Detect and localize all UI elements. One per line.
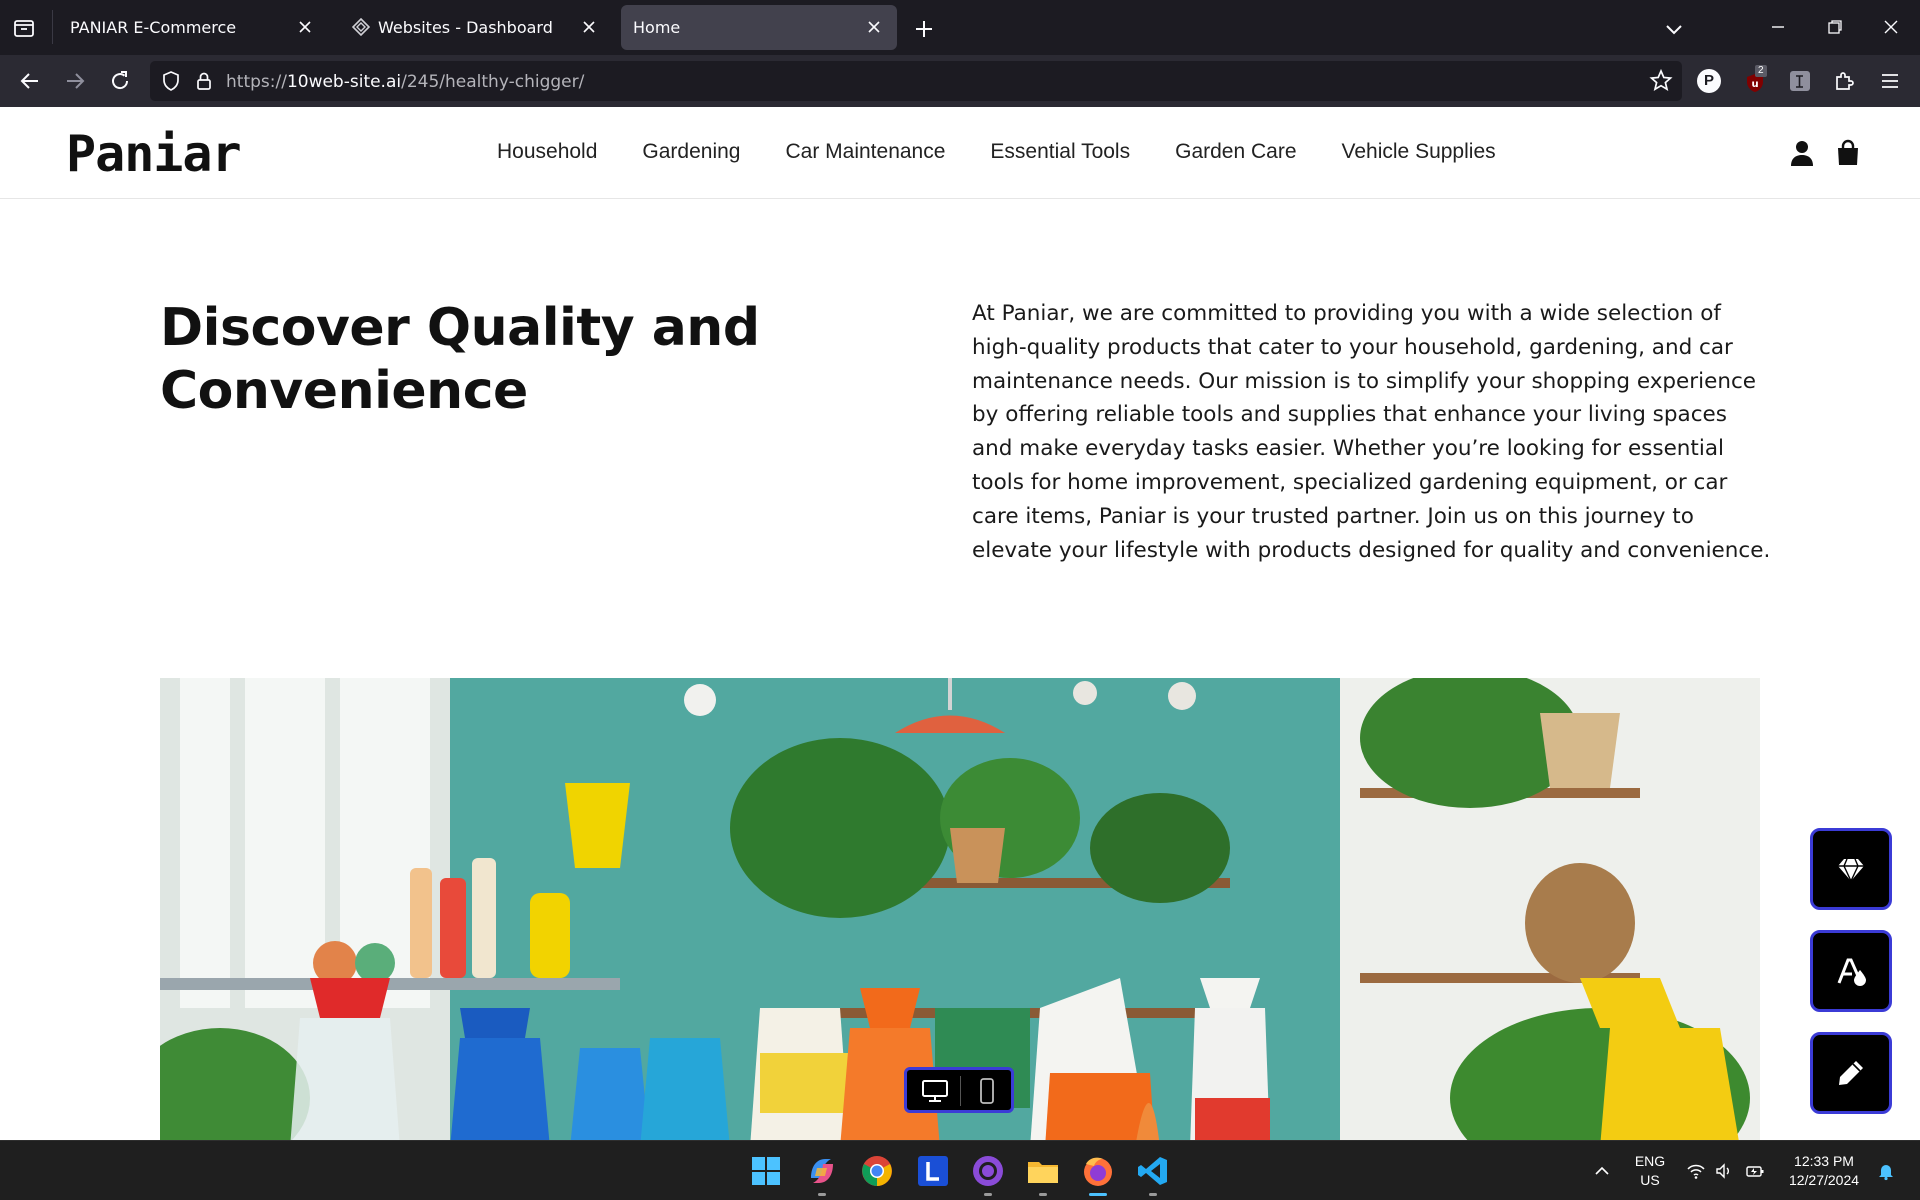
tab-bar: PANIAR E-Commerce Websites - Dashboard H…: [0, 0, 1920, 55]
url-prefix: https://: [226, 72, 287, 92]
account-icon[interactable]: [1789, 139, 1815, 167]
running-indicator: [984, 1193, 992, 1196]
svg-text:u: u: [1751, 79, 1758, 90]
device-preview-toggle: [904, 1067, 1014, 1113]
tab-overflow-chevron-icon[interactable]: [1662, 17, 1686, 41]
hero-description: At Paniar, we are committed to providing…: [972, 301, 1771, 563]
wifi-icon[interactable]: [1686, 1161, 1706, 1181]
url-bar[interactable]: https://10web-site.ai/245/healthy-chigge…: [150, 61, 1682, 101]
site-header: Paniar Household Gardening Car Maintenan…: [0, 107, 1920, 199]
tab-title: Home: [633, 18, 681, 37]
lock-icon[interactable]: [192, 69, 216, 93]
url-text[interactable]: https://10web-site.ai/245/healthy-chigge…: [226, 72, 584, 92]
vscode-icon[interactable]: [1136, 1154, 1170, 1188]
tenweb-favicon-icon: [352, 18, 370, 36]
extensions-puzzle-icon[interactable]: [1832, 68, 1858, 94]
minimize-icon[interactable]: [1767, 16, 1789, 38]
active-app-indicator: [1089, 1193, 1107, 1196]
tab-separator: [52, 10, 53, 44]
start-icon[interactable]: [749, 1154, 783, 1188]
language-code: ENG: [1634, 1153, 1666, 1169]
nav-link-household[interactable]: Household: [497, 140, 597, 164]
clock[interactable]: 12:33 PM 12/27/2024: [1778, 1152, 1870, 1190]
volume-icon[interactable]: [1714, 1161, 1734, 1181]
close-icon[interactable]: [580, 18, 598, 36]
running-indicator: [1039, 1193, 1047, 1196]
style-icon: [1837, 958, 1866, 986]
restore-icon[interactable]: [1824, 16, 1846, 38]
close-icon[interactable]: [865, 18, 883, 36]
close-icon[interactable]: [296, 18, 314, 36]
url-domain: 10web-site.ai: [286, 72, 402, 92]
new-tab-icon[interactable]: [912, 17, 936, 41]
input-language[interactable]: ENG US: [1628, 1152, 1672, 1190]
nav-link-gardening[interactable]: Gardening: [642, 140, 740, 164]
floating-style-button[interactable]: [1810, 930, 1892, 1012]
nav-link-essential-tools[interactable]: Essential Tools: [990, 140, 1130, 164]
menu-hamburger-icon[interactable]: [1877, 68, 1903, 94]
show-hidden-icons-chevron-icon[interactable]: [1592, 1161, 1612, 1181]
translate-extension-icon[interactable]: [1787, 68, 1813, 94]
hero-title: Discover Quality and Convenience: [160, 298, 760, 421]
tab-list-icon[interactable]: [12, 16, 36, 40]
clock-date: 12/27/2024: [1788, 1172, 1860, 1188]
web-page: Paniar Household Gardening Car Maintenan…: [0, 107, 1920, 1140]
back-arrow-icon[interactable]: [17, 68, 43, 94]
tracking-shield-icon[interactable]: [159, 69, 183, 93]
windows-taskbar: ENG US 12:33 PM 12/27/2024: [0, 1140, 1920, 1200]
main-navigation: Household Gardening Car Maintenance Esse…: [497, 140, 1541, 164]
profile-extension-icon[interactable]: P: [1697, 69, 1721, 93]
extension-badge: 2: [1755, 65, 1767, 77]
region-code: US: [1640, 1172, 1660, 1188]
pencil-icon: [1839, 1061, 1863, 1085]
diamond-icon: [1838, 858, 1864, 882]
tab-websites-dashboard[interactable]: Websites - Dashboard: [340, 5, 612, 50]
window-close-icon[interactable]: [1880, 16, 1902, 38]
battery-icon[interactable]: [1745, 1161, 1765, 1181]
copilot-icon[interactable]: [805, 1154, 839, 1188]
navigation-toolbar: https://10web-site.ai/245/healthy-chigge…: [0, 55, 1920, 107]
floating-premium-button[interactable]: [1810, 828, 1892, 910]
nav-link-vehicle-supplies[interactable]: Vehicle Supplies: [1342, 140, 1496, 164]
tab-paniar-ecommerce[interactable]: PANIAR E-Commerce: [58, 5, 328, 50]
github-desktop-icon[interactable]: [971, 1154, 1005, 1188]
shopping-bag-icon[interactable]: [1835, 139, 1861, 167]
forward-arrow-icon[interactable]: [62, 68, 88, 94]
bookmark-star-icon[interactable]: [1648, 68, 1674, 94]
tab-title: Websites - Dashboard: [378, 18, 553, 37]
tab-home[interactable]: Home: [621, 5, 897, 50]
l-app-icon[interactable]: [916, 1154, 950, 1188]
file-explorer-icon[interactable]: [1026, 1154, 1060, 1188]
url-path: /245/healthy-chigger/: [401, 72, 585, 92]
running-indicator: [1149, 1193, 1157, 1196]
nav-link-garden-care[interactable]: Garden Care: [1175, 140, 1296, 164]
running-indicator: [818, 1193, 826, 1196]
site-logo[interactable]: Paniar: [66, 125, 242, 183]
mobile-icon[interactable]: [973, 1078, 1001, 1104]
nav-link-car-maintenance[interactable]: Car Maintenance: [785, 140, 945, 164]
ublock-extension-icon[interactable]: u 2: [1742, 65, 1768, 94]
tab-title: PANIAR E-Commerce: [70, 18, 237, 37]
clock-time: 12:33 PM: [1794, 1153, 1854, 1169]
firefox-icon[interactable]: [1081, 1154, 1115, 1188]
floating-edit-button[interactable]: [1810, 1032, 1892, 1114]
reload-icon[interactable]: [107, 68, 133, 94]
desktop-icon[interactable]: [921, 1078, 949, 1104]
notification-bell-icon[interactable]: [1876, 1161, 1896, 1181]
chrome-icon[interactable]: [860, 1154, 894, 1188]
toggle-divider: [960, 1076, 961, 1106]
